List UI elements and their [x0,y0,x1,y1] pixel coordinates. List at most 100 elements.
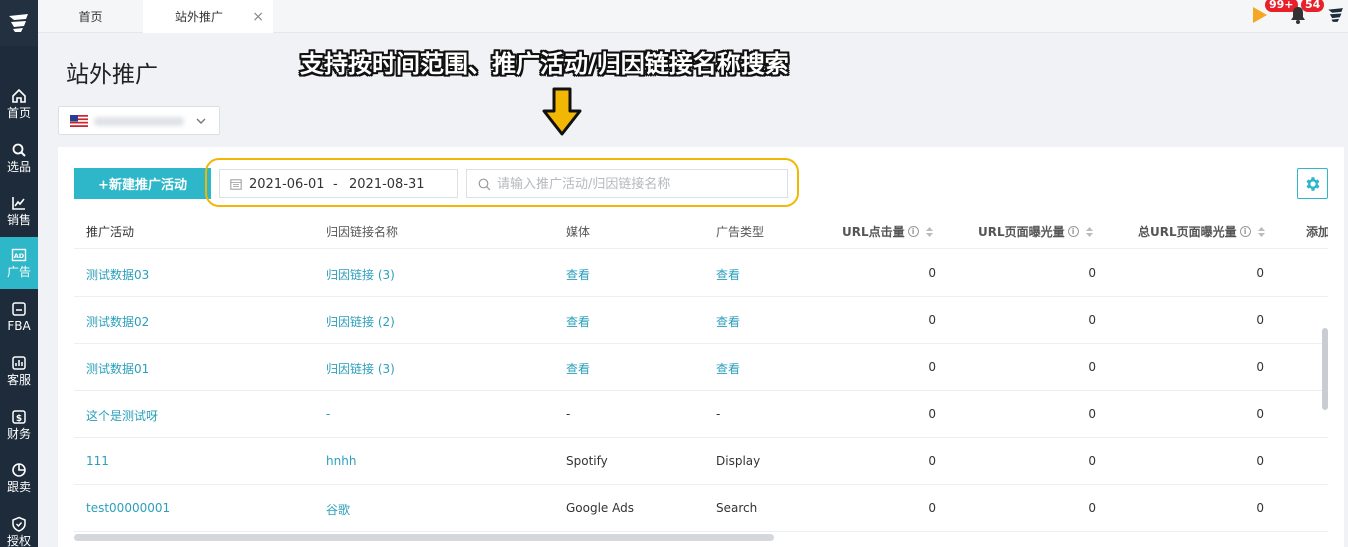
cell-ad-type[interactable]: 查看 [716,266,740,283]
cell-campaign[interactable]: test00000001 [86,501,170,515]
gear-icon [1306,176,1319,191]
tab-home[interactable]: 首页 [38,0,143,33]
cell-total-url-impressions: 0 [1256,360,1264,374]
col-ad-type: 广告类型 [716,225,765,239]
sidebar-item-label: 广告 [6,265,31,279]
col-url-impressions-label: URL页面曝光量 [978,225,1065,239]
store-selector[interactable] [58,106,220,135]
cell-attribution-link[interactable]: 归因链接 (3) [326,266,395,283]
cell-total-url-impressions: 0 [1256,407,1264,421]
cell-url-impressions: 0 [1088,313,1096,327]
cell-url-clicks: 0 [928,313,936,327]
sidebar-item-label: 首页 [6,106,31,120]
chart-line-icon [12,197,25,210]
col-total-url-impressions[interactable]: 总URL页面曝光量 i [1138,223,1266,240]
sidebar-item-ads[interactable]: AD 广告 [0,237,38,289]
col-total-url-impressions-label: 总URL页面曝光量 [1138,225,1237,239]
cell-url-clicks: 0 [928,407,936,421]
col-campaign: 推广活动 [86,225,135,239]
cell-media: Google Ads [566,501,634,515]
cell-attribution-link[interactable]: hnhh [326,454,356,468]
sidebar-item-follow-sell[interactable]: 跟卖 [0,452,38,504]
table-row: 测试数据01 归因链接 (3) 查看 查看 0 0 0 [74,344,1328,391]
col-media: 媒体 [566,225,591,239]
cell-campaign[interactable]: 这个是测试呀 [86,407,158,424]
message-badge: 54 [1301,0,1325,12]
service-icon [12,356,26,370]
finance-icon: $ [12,410,26,424]
store-name-redacted [94,117,184,126]
sidebar-item-selection[interactable]: 选品 [0,132,38,184]
cell-attribution-link[interactable]: 归因链接 (2) [326,313,395,330]
sidebar-item-service[interactable]: 客服 [0,345,38,397]
col-url-impressions[interactable]: URL页面曝光量 i [978,223,1094,240]
cell-ad-type: Display [716,454,761,468]
cell-campaign[interactable]: 测试数据02 [86,313,149,330]
chevron-down-icon [196,118,206,124]
col-added: 添加 [1306,225,1328,239]
table-row: 测试数据02 归因链接 (2) 查看 查看 0 0 0 [74,297,1328,344]
sidebar-item-label: 客服 [6,373,31,387]
cell-url-clicks: 0 [928,360,936,374]
cell-total-url-impressions: 0 [1256,454,1264,468]
info-icon[interactable]: i [1239,226,1251,237]
cell-campaign[interactable]: 111 [86,454,109,468]
sort-icon[interactable] [1257,226,1266,238]
sort-icon[interactable] [925,226,934,238]
sidebar-item-home[interactable]: 首页 [0,78,38,130]
cell-media[interactable]: 查看 [566,313,590,330]
cell-ad-type: - [716,407,721,421]
pie-icon [12,463,26,477]
cell-media: Spotify [566,454,608,468]
cell-media[interactable]: 查看 [566,266,590,283]
us-flag-icon [70,115,88,127]
horizontal-scrollbar[interactable] [74,534,774,541]
sidebar-item-fba[interactable]: FBA [0,291,38,343]
cell-total-url-impressions: 0 [1256,266,1264,280]
table-row: 这个是测试呀 - - - 0 0 0 [74,391,1328,438]
table-row: 111 hnhh Spotify Display 0 0 0 [74,438,1328,485]
tab-offsite-promotion[interactable]: 站外推广 × [143,0,273,33]
info-icon[interactable]: i [907,226,919,237]
sidebar-item-label: 销售 [6,213,31,227]
cell-total-url-impressions: 0 [1256,501,1264,515]
info-icon[interactable]: i [1067,226,1079,237]
app-logo[interactable] [0,0,38,46]
arrow-down-icon [542,87,582,136]
vertical-scrollbar[interactable] [1322,328,1328,410]
cell-campaign[interactable]: 测试数据03 [86,266,149,283]
cell-attribution-link[interactable]: - [326,407,330,421]
user-avatar-icon[interactable] [1326,5,1346,25]
cell-url-clicks: 0 [928,454,936,468]
sidebar-item-label: 跟卖 [6,480,31,494]
cell-attribution-link[interactable]: 谷歌 [326,501,350,518]
top-bar: 首页 站外推广 × [38,0,1348,33]
cell-campaign[interactable]: 测试数据01 [86,360,149,377]
col-url-clicks-label: URL点击量 [842,225,905,239]
ad-icon: AD [11,248,27,262]
tab-label: 站外推广 [175,10,224,24]
sidebar-item-sales[interactable]: 销售 [0,185,38,237]
table-row: 测试数据03 归因链接 (3) 查看 查看 0 0 0 [74,250,1328,297]
cell-url-impressions: 0 [1088,360,1096,374]
cell-attribution-link[interactable]: 归因链接 (3) [326,360,395,377]
col-url-clicks[interactable]: URL点击量 i [842,223,934,240]
cell-ad-type: Search [716,501,758,515]
new-campaign-button[interactable]: +新建推广活动 [74,168,211,199]
sidebar-item-label: 选品 [6,160,31,174]
sort-icon[interactable] [1085,226,1094,238]
cell-url-impressions: 0 [1088,266,1096,280]
cell-url-clicks: 0 [928,501,936,515]
cell-media[interactable]: 查看 [566,360,590,377]
page-title: 站外推广 [66,62,158,88]
cell-ad-type[interactable]: 查看 [716,360,740,377]
settings-button[interactable] [1297,168,1328,199]
sidebar-item-finance[interactable]: $ 财务 [0,399,38,451]
annotation-text: 支持按时间范围、推广活动/归因链接名称搜索 [300,50,789,78]
sidebar-item-authorize[interactable]: 授权 [0,506,38,547]
sidebar: 首页 选品 销售 AD 广告 FBA 客服 $ 财务 跟卖 授权 [0,0,38,547]
close-icon[interactable]: × [252,9,264,25]
cell-ad-type[interactable]: 查看 [716,313,740,330]
logo-icon [9,14,28,32]
svg-text:AD: AD [14,252,25,260]
